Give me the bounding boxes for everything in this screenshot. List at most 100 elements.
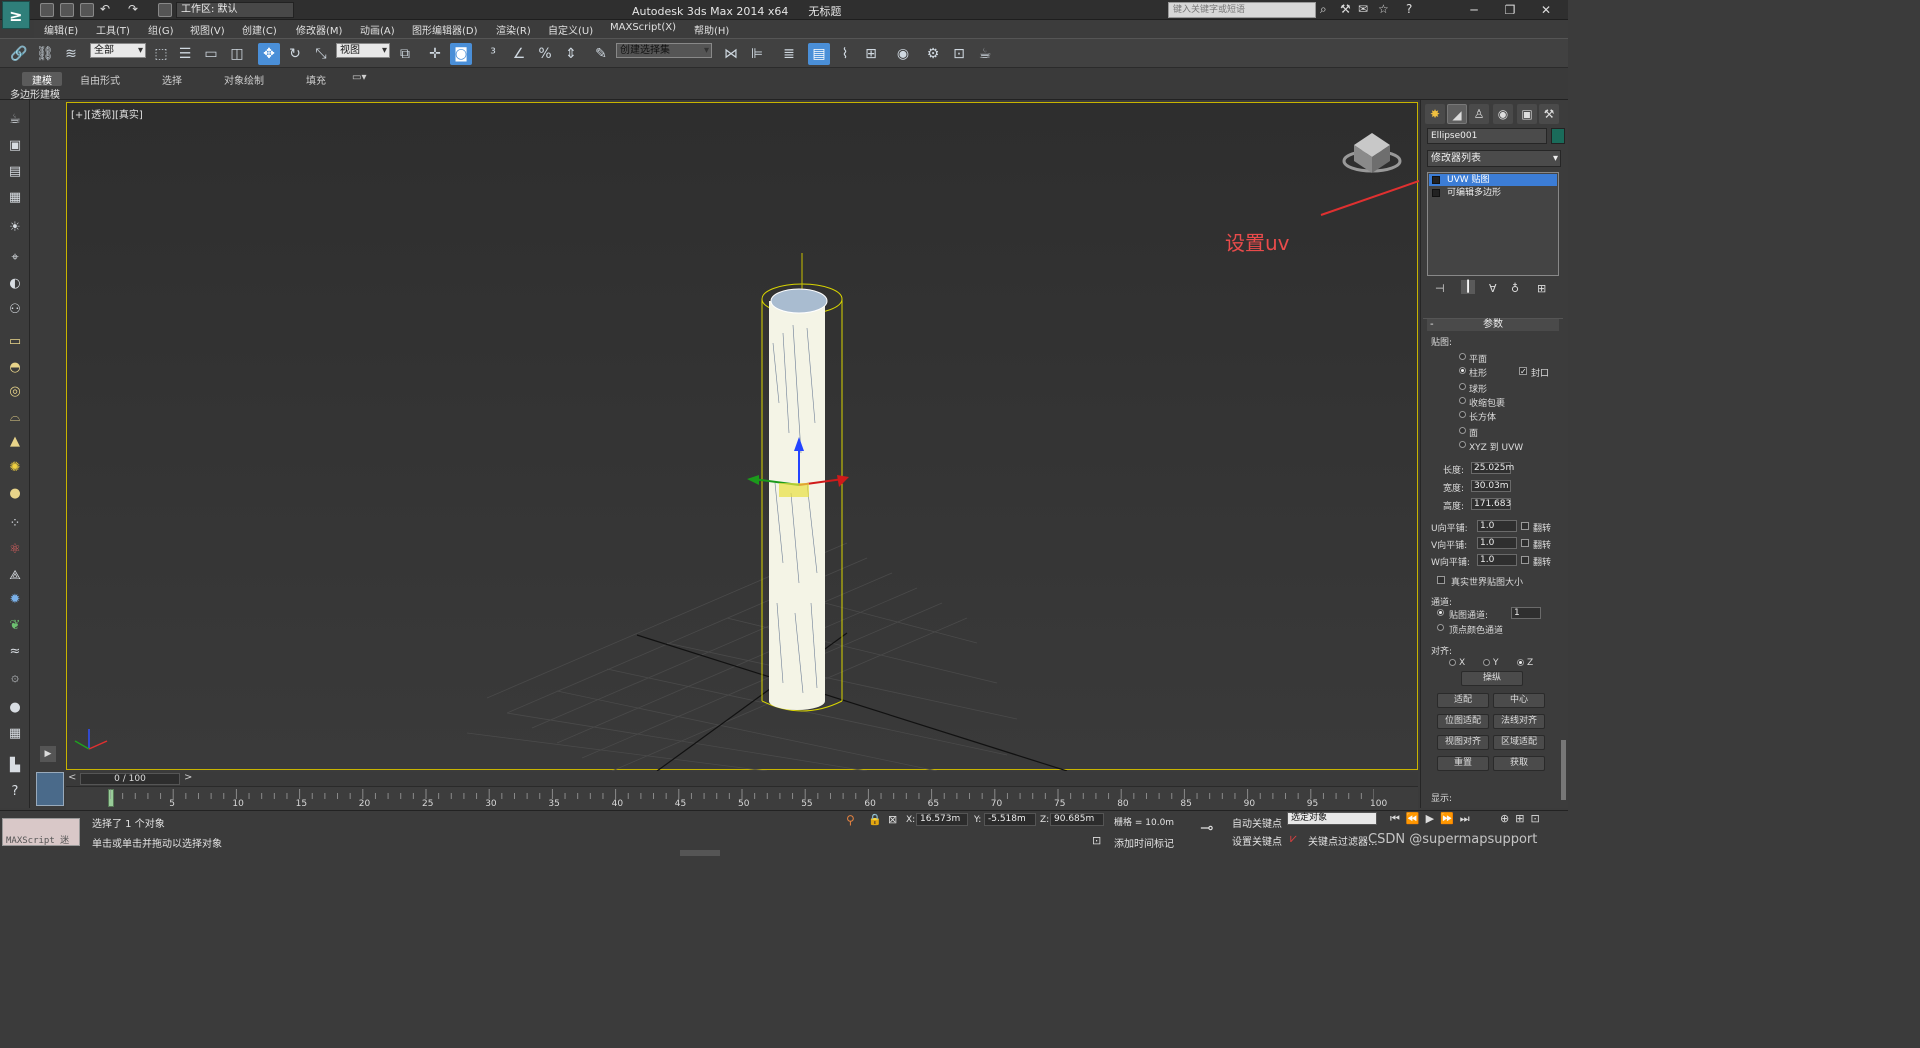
time-tag-icon[interactable]: ⊡ [1092,834,1101,847]
bind-space-warp-icon[interactable]: ≋ [60,43,82,65]
add-time-tag[interactable]: 添加时间标记 [1114,835,1174,850]
binoculars-icon[interactable]: ⌕ [1320,2,1327,17]
create-tab-icon[interactable]: ✸ [1425,104,1445,124]
material-editor-icon[interactable]: ◉ [892,43,914,65]
motion-tab-icon[interactable]: ◉ [1493,104,1513,124]
panel-scrollbar[interactable] [1561,740,1566,800]
spacewarp-icon[interactable]: ⚇ [5,300,25,320]
schematic-view-icon[interactable]: ⊞ [860,43,882,65]
new-file-icon[interactable] [40,3,54,17]
render-production-icon[interactable]: ☕ [974,43,996,65]
link-icon[interactable]: 🔗 [8,43,30,65]
open-file-icon[interactable] [60,3,74,17]
mirror-icon[interactable]: ⋈ [720,43,742,65]
zoom-icon[interactable]: ⊕ [1500,812,1515,825]
radio-cylindrical[interactable] [1459,367,1466,374]
z-coordinate-field[interactable]: 90.685m [1050,813,1104,826]
sphere-icon[interactable]: ● [5,484,25,504]
pivot-center-icon[interactable]: ⧉ [394,43,416,65]
redo-icon[interactable]: ↷ [128,2,138,16]
teapot-icon[interactable]: ☕ [5,110,25,130]
height-spinner[interactable]: 171.683 [1471,498,1511,510]
next-frame-icon[interactable]: > [184,772,192,783]
snaps-toggle-icon[interactable]: ³ [482,43,504,65]
map-channel-spinner[interactable]: 1 [1511,607,1541,619]
radio-box[interactable] [1459,411,1466,418]
viewport-nav-controls[interactable]: ⊕⊞⊡ [1500,812,1546,825]
viewport-layout-icon[interactable] [36,772,64,806]
key-filter-dropdown[interactable]: 选定对象 [1287,812,1377,825]
hair-fur-icon[interactable]: ≈ [5,642,25,662]
maximize-button[interactable]: ❐ [1496,2,1524,18]
select-scale-icon[interactable]: ⤡ [310,43,332,65]
list-icon[interactable]: ▤ [5,162,25,182]
help-circle-icon[interactable]: ? [5,782,25,802]
molecule-icon[interactable]: ⚛ [5,540,25,560]
configure-sets-icon[interactable]: ⊞ [1537,282,1546,295]
spinner-snap-icon[interactable]: ⇕ [560,43,582,65]
key-filter-icon[interactable]: ⩗ [1290,831,1297,846]
y-coordinate-field[interactable]: -5.518m [984,813,1036,826]
stack-item-edit-poly[interactable]: 可编辑多边形 [1429,187,1557,199]
v-tile-spinner[interactable]: 1.0 [1477,537,1517,549]
angle-snap-icon[interactable]: ∠ [508,43,530,65]
half-sphere-icon[interactable]: ◓ [5,358,25,378]
menu-create[interactable]: 创建(C) [242,22,277,37]
v-flip-checkbox[interactable] [1521,539,1529,547]
prev-key-icon[interactable]: ⏪ [1406,812,1426,825]
tab-modeling[interactable]: 建模 [22,72,62,87]
gear-icon[interactable]: ✹ [5,590,25,610]
perspective-viewport[interactable]: [+][透视][真实] 设置uv [66,102,1419,771]
object-color-swatch[interactable] [1551,128,1565,144]
menu-graph-editors[interactable]: 图形编辑器(D) [412,22,478,37]
tab-selection[interactable]: 选择 [162,72,182,87]
auto-key-button[interactable]: 自动关键点 [1232,815,1282,830]
pin-stack-icon[interactable]: ⊣ [1435,282,1445,295]
absolute-mode-icon[interactable]: ⊠ [888,813,897,826]
lock-icon[interactable]: 🔒 [868,813,882,826]
key-icon[interactable]: ⊸ [1200,818,1213,837]
tab-freeform[interactable]: 自由形式 [80,72,120,87]
select-move-icon[interactable]: ✥ [258,43,280,65]
explorer-icon[interactable]: ▙ [5,756,25,776]
menu-maxscript[interactable]: MAXScript(X) [610,22,676,33]
menu-help[interactable]: 帮助(H) [694,22,729,37]
save-file-icon[interactable] [80,3,94,17]
select-object-icon[interactable]: ⬚ [150,43,172,65]
rect-selection-icon[interactable]: ▭ [200,43,222,65]
stack-item-uvw-map[interactable]: UVW 贴图 [1429,174,1557,186]
display-tab-icon[interactable]: ▣ [1517,104,1537,124]
expand-box-icon[interactable] [1432,189,1440,197]
radio-map-channel[interactable] [1437,609,1444,616]
track-bar[interactable]: 5 10 15 20 25 30 35 40 45 50 55 60 65 70 75 80 85 90 95 100 [66,786,1418,810]
goto-end-icon[interactable]: ⏭ [1460,812,1476,825]
window-crossing-icon[interactable]: ◫ [226,43,248,65]
menu-views[interactable]: 视图(V) [190,22,225,37]
radio-align-y[interactable] [1483,659,1490,666]
light-bulb-icon[interactable]: ☀ [5,218,25,238]
u-flip-checkbox[interactable] [1521,522,1529,530]
polygon-modeling-label[interactable]: 多边形建模 [10,86,60,101]
view-align-button[interactable]: 视图对齐 [1437,735,1489,750]
region-fit-button[interactable]: 区域适配 [1493,735,1545,750]
isolate-icon[interactable]: ⚲ [846,813,855,827]
material-sphere-icon[interactable]: ● [5,698,25,718]
close-button[interactable]: ✕ [1532,2,1560,18]
subscription-icon[interactable]: ⚒ [1340,2,1351,16]
show-end-result-icon[interactable]: ┃ [1461,280,1475,294]
ribbon-options-icon[interactable]: ▭▾ [352,72,366,86]
parameters-rollout-header[interactable]: - 参数 [1427,319,1559,331]
fit-button[interactable]: 适配 [1437,693,1489,708]
named-selection-dropdown[interactable]: 创建选择集 [616,43,712,58]
tab-populate[interactable]: 填充 [306,72,326,87]
graphite-tools-icon[interactable]: ▤ [808,43,830,65]
center-button[interactable]: 中心 [1493,693,1545,708]
radio-spherical[interactable] [1459,383,1466,390]
camera-icon[interactable]: ⌖ [5,248,25,268]
workspace-dropdown[interactable]: 工作区: 默认 [176,2,294,18]
unlink-icon[interactable]: ⛓ [34,43,56,65]
radio-align-z[interactable] [1517,659,1524,666]
radio-planar[interactable] [1459,353,1466,360]
help-icon[interactable]: ? [1406,2,1412,16]
reference-coord-dropdown[interactable]: 视图 [336,43,390,58]
